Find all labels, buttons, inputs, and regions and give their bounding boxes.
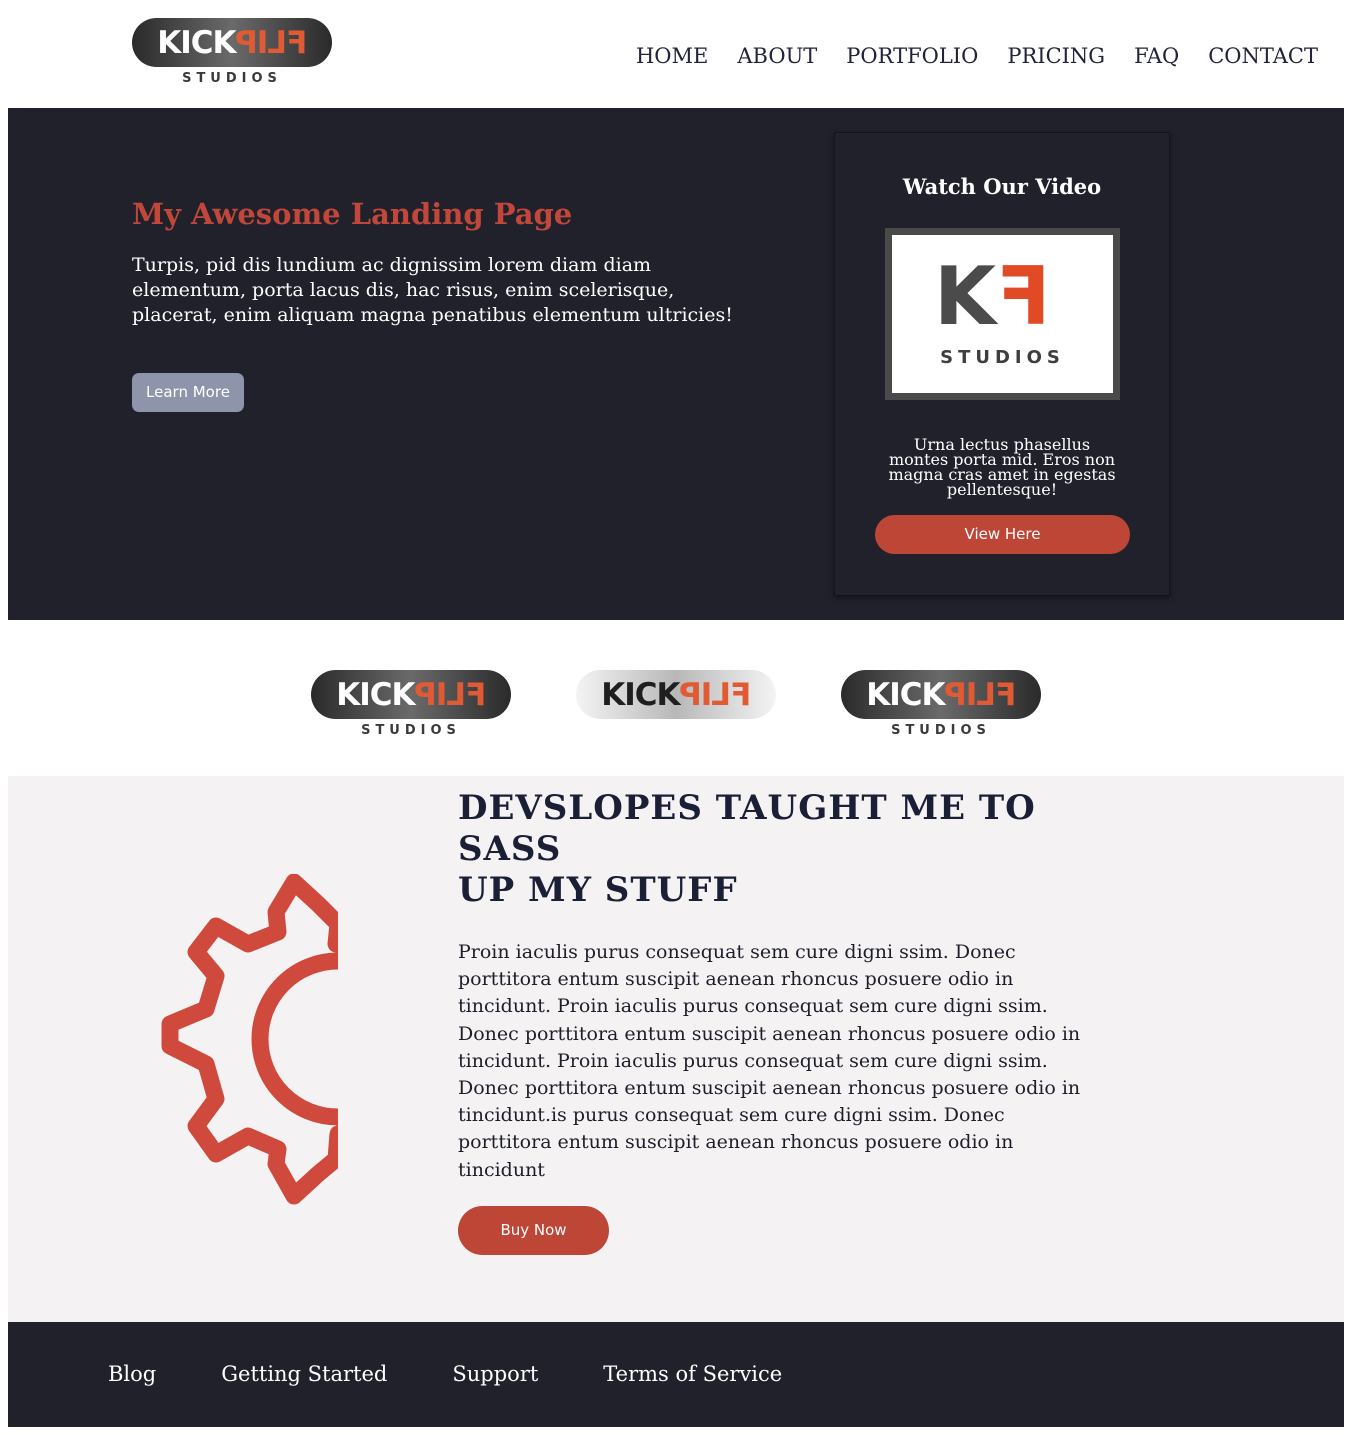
footer-link-support[interactable]: Support: [452, 1360, 538, 1388]
main-nav: HOME ABOUT PORTFOLIO PRICING FAQ CONTACT: [607, 42, 1318, 70]
footer-link-getting-started[interactable]: Getting Started: [221, 1360, 387, 1388]
buy-now-button[interactable]: Buy Now: [458, 1206, 609, 1255]
nav-portfolio[interactable]: PORTFOLIO: [846, 42, 978, 70]
logo-word-flip: FLIP: [944, 677, 1016, 713]
site-header: KICKFLIP STUDIOS HOME ABOUT PORTFOLIO PR…: [0, 0, 1352, 108]
nav-pricing[interactable]: PRICING: [1007, 42, 1105, 70]
nav-home[interactable]: HOME: [636, 42, 708, 70]
feature-title-line-1: DEVSLOPES TAUGHT ME TO: [458, 788, 1036, 828]
nav-contact[interactable]: CONTACT: [1208, 42, 1318, 70]
feature-text: Proin iaculis purus consequat sem cure d…: [458, 941, 1081, 1181]
partner-logo-3: KICKFLIP STUDIOS: [841, 670, 1041, 740]
partner-logo-2: KICKFLIP: [576, 670, 776, 740]
feature-title-line-3: UP MY STUFF: [458, 870, 738, 910]
logo-word-kick: KICK: [336, 677, 415, 713]
logo-word-kick: KICK: [601, 677, 680, 713]
kf-logo-subtitle: STUDIOS: [940, 347, 1065, 368]
logo-word-kick: KICK: [157, 25, 236, 61]
partner-logo-1: KICKFLIP STUDIOS: [311, 670, 511, 740]
logo-word-flip: FLIP: [679, 677, 751, 713]
logo-word-flip: FLIP: [414, 677, 486, 713]
logo-subtitle: STUDIOS: [182, 71, 282, 86]
video-card-text: Urna lectus phasellus montes porta mid. …: [888, 435, 1116, 499]
hero-text: Turpis, pid dis lundium ac dignissim lor…: [132, 254, 733, 326]
logo-wordmark: KICKFLIP: [132, 25, 332, 61]
feature-section: DEVSLOPES TAUGHT ME TO SASS UP MY STUFF …: [8, 776, 1344, 1322]
logo-wordmark: KICKFLIP: [311, 677, 511, 713]
gear-icon: [158, 874, 338, 1219]
footer-link-terms[interactable]: Terms of Service: [603, 1360, 782, 1388]
hero-title: My Awesome Landing Page: [132, 197, 573, 231]
hero-section: My Awesome Landing Page Turpis, pid dis …: [8, 108, 1344, 620]
kf-logo-k: K: [934, 250, 996, 343]
video-card-title: Watch Our Video: [902, 174, 1102, 199]
logo-subtitle: STUDIOS: [361, 723, 461, 738]
nav-faq[interactable]: FAQ: [1134, 42, 1179, 70]
feature-title: DEVSLOPES TAUGHT ME TO SASS UP MY STUFF: [458, 788, 1098, 911]
feature-title-line-2: SASS: [458, 829, 562, 869]
learn-more-button[interactable]: Learn More: [132, 373, 244, 412]
footer-nav: Blog Getting Started Support Terms of Se…: [108, 1360, 847, 1388]
logo-word-kick: KICK: [866, 677, 945, 713]
footer-link-blog[interactable]: Blog: [108, 1360, 156, 1388]
nav-about[interactable]: ABOUT: [737, 42, 817, 70]
logo-wordmark: KICKFLIP: [841, 677, 1041, 713]
logo-wordmark: KICKFLIP: [576, 677, 776, 713]
video-card: Watch Our Video K F STUDIOS Urna lectus …: [834, 132, 1170, 596]
view-here-button[interactable]: View Here: [875, 515, 1130, 554]
site-logo[interactable]: KICKFLIP STUDIOS: [132, 18, 332, 88]
logo-word-flip: FLIP: [235, 25, 307, 61]
video-thumbnail[interactable]: K F STUDIOS: [885, 228, 1120, 400]
site-footer: Blog Getting Started Support Terms of Se…: [8, 1322, 1344, 1427]
logo-subtitle: STUDIOS: [891, 723, 991, 738]
kf-logo-f: F: [996, 250, 1051, 343]
